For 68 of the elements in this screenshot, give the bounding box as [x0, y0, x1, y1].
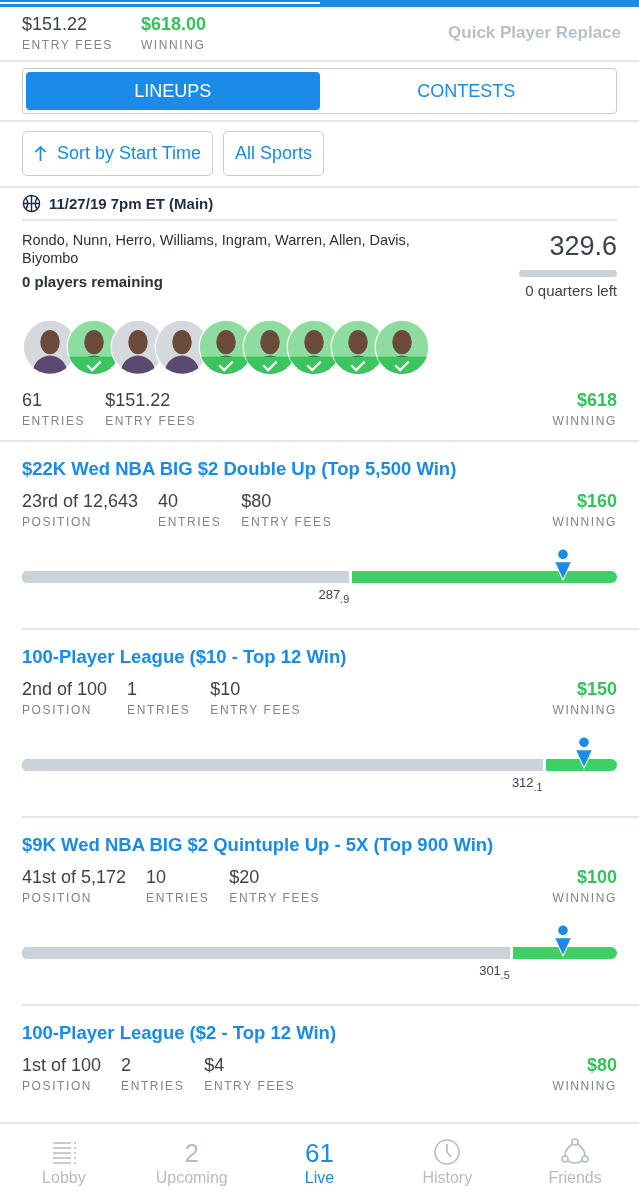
- time-left: 0 quarters left: [525, 282, 617, 299]
- stat-value: 40: [158, 490, 180, 512]
- stat-value: $10: [210, 678, 242, 700]
- stat-value: $4: [204, 1054, 226, 1076]
- winning-value: $80: [586, 1054, 617, 1076]
- winning-value: $618.00: [140, 13, 206, 35]
- stat-label: ENTRY FEES: [229, 891, 321, 905]
- lineup-score: 329.6: [549, 231, 617, 262]
- quick-player-replace-link[interactable]: Quick Player Replace: [448, 22, 621, 43]
- stat-label: ENTRIES: [121, 1079, 185, 1093]
- winning-label: WINNING: [552, 703, 617, 717]
- stat-value: 61: [22, 389, 44, 411]
- winning-value: $150: [576, 678, 617, 700]
- basketball-icon: [22, 194, 41, 213]
- stat-value: 1: [127, 678, 139, 700]
- sort-button[interactable]: Sort by Start Time: [22, 131, 214, 176]
- tab[interactable]: CONTESTS: [319, 72, 613, 110]
- up-arrow-icon: [34, 145, 47, 162]
- stat-value: $20: [229, 866, 261, 888]
- players-remaining: 0 players remaining: [22, 273, 164, 290]
- stat-label: ENTRY FEES: [241, 515, 333, 529]
- nav-tab[interactable]: History: [383, 1124, 512, 1200]
- winning-label: WINNING: [552, 515, 617, 529]
- stat-value: 23rd of 12,643: [22, 490, 139, 512]
- stat-label: ENTRIES: [146, 891, 210, 905]
- stat-value: 1st of 100: [22, 1054, 102, 1076]
- stat-label: POSITION: [22, 703, 94, 717]
- nav-tab[interactable]: Lobby: [0, 1124, 128, 1200]
- stat-value: $151.22: [105, 389, 172, 411]
- stat-label: ENTRY FEES: [105, 414, 197, 428]
- filter-button[interactable]: All Sports: [223, 131, 325, 176]
- slate-title: 11/27/19 7pm ET (Main): [49, 195, 214, 212]
- winning-label: WINNING: [552, 891, 617, 905]
- winning-value: $100: [576, 866, 617, 888]
- nav-tab[interactable]: Friends: [511, 1124, 639, 1200]
- clock-icon: [432, 1137, 463, 1167]
- winning-value: $618: [576, 389, 617, 411]
- tab[interactable]: LINEUPS: [26, 72, 320, 110]
- contest-title-link[interactable]: $9K Wed NBA BIG $2 Quintuple Up - 5X (Top 900 Win): [22, 834, 617, 856]
- cash-line-score: 312$_{.1}$: [511, 775, 543, 793]
- nav-tab[interactable]: 61 Live: [255, 1124, 384, 1200]
- winning-label: WINNING: [552, 1079, 617, 1093]
- winning-label: WINNING: [140, 38, 206, 52]
- stat-value: 41st of 5,172: [22, 866, 127, 888]
- stat-label: POSITION: [22, 515, 94, 529]
- cash-line-score: 287$_{.9}$: [318, 587, 350, 605]
- stat-label: POSITION: [22, 1079, 94, 1093]
- winning-label: WINNING: [552, 414, 617, 428]
- stat-label: ENTRIES: [22, 414, 86, 428]
- entry-fees-label: ENTRY FEES: [22, 38, 113, 52]
- winning-value: $160: [576, 490, 617, 512]
- cash-line-score: 301$_{.5}$: [479, 963, 510, 981]
- player-names: Rondo, Nunn, Herro, Williams, Ingram, Warren, Allen, Davis, Biyombo: [22, 231, 411, 267]
- stat-value: 2nd of 100: [22, 678, 108, 700]
- stat-label: ENTRY FEES: [204, 1079, 296, 1093]
- friends-icon: [560, 1137, 591, 1167]
- stat-label: ENTRIES: [127, 703, 191, 717]
- stat-value: 10: [146, 866, 168, 888]
- entry-fees-value: $151.22: [22, 13, 89, 35]
- nav-tab[interactable]: 2 Upcoming: [127, 1124, 256, 1200]
- stat-label: ENTRIES: [158, 515, 222, 529]
- contest-title-link[interactable]: $22K Wed NBA BIG $2 Double Up (Top 5,500 Win): [22, 458, 617, 480]
- stat-label: ENTRY FEES: [210, 703, 302, 717]
- stat-label: POSITION: [22, 891, 94, 905]
- stat-value: 2: [121, 1054, 133, 1076]
- stat-value: $80: [241, 490, 273, 512]
- contest-title-link[interactable]: 100-Player League ($2 - Top 12 Win): [22, 1022, 617, 1044]
- contest-title-link[interactable]: 100-Player League ($10 - Top 12 Win): [22, 646, 617, 668]
